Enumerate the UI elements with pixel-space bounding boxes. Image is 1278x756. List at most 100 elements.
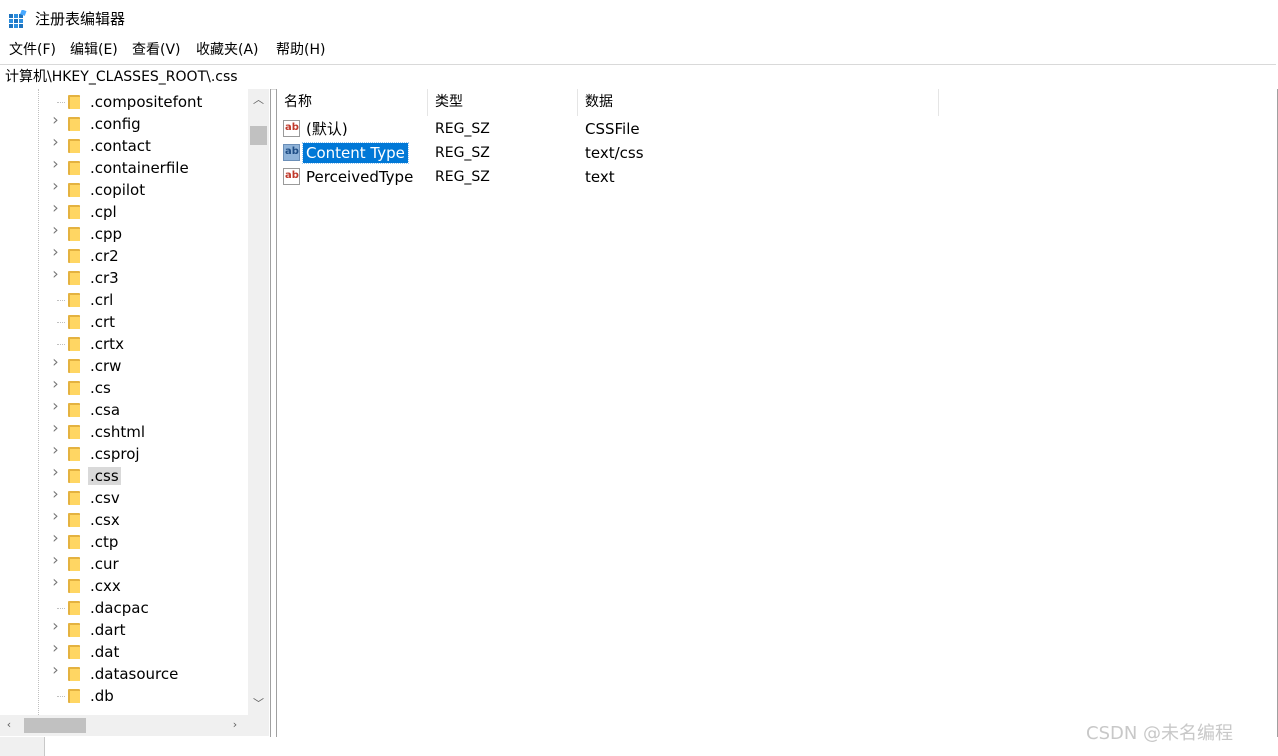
tree-item[interactable]: › .crw	[0, 354, 248, 377]
tree-item-label[interactable]: .dat	[88, 643, 121, 661]
tree-item[interactable]: › .contact	[0, 134, 248, 157]
tree-item-label[interactable]: .crt	[88, 313, 117, 331]
value-row[interactable]: ab (默认) REG_SZ CSSFile	[277, 117, 977, 141]
chevron-right-icon[interactable]: ›	[50, 442, 61, 458]
tree-item[interactable]: .db	[0, 685, 248, 707]
tree-horizontal-scrollbar[interactable]: ‹ ›	[0, 715, 248, 736]
tree-item[interactable]: › .cxx	[0, 574, 248, 597]
chevron-right-icon[interactable]: ›	[50, 552, 61, 568]
tree-item-label[interactable]: .config	[88, 115, 143, 133]
tree-item[interactable]: › .cs	[0, 376, 248, 399]
tree-item-label[interactable]: .dart	[88, 621, 128, 639]
tree-item[interactable]: › .cr3	[0, 266, 248, 289]
chevron-right-icon[interactable]: ›	[50, 354, 61, 370]
tree-item[interactable]: › .csx	[0, 508, 248, 531]
tree-item-label[interactable]: .ctp	[88, 533, 120, 551]
tree-item-label[interactable]: .crl	[88, 291, 115, 309]
chevron-right-icon[interactable]: ›	[50, 134, 61, 150]
tree-item-label[interactable]: .csproj	[88, 445, 142, 463]
tree-item-label[interactable]: .cr3	[88, 269, 121, 287]
tree-item[interactable]: › .cshtml	[0, 420, 248, 443]
tree-vertical-scrollbar[interactable]: ︿ ﹀	[248, 89, 269, 721]
tree-item[interactable]: .crl	[0, 289, 248, 311]
tree-item[interactable]: .crtx	[0, 333, 248, 355]
tree-item[interactable]: › .dart	[0, 618, 248, 641]
menu-file[interactable]: 文件(F)	[8, 41, 57, 59]
tree-item-label[interactable]: .contact	[88, 137, 153, 155]
tree-item-label[interactable]: .csx	[88, 511, 122, 529]
chevron-right-icon[interactable]: ›	[50, 200, 61, 216]
chevron-right-icon[interactable]: ›	[50, 662, 61, 678]
value-row[interactable]: ab Content Type REG_SZ text/css	[277, 141, 977, 165]
menu-view[interactable]: 查看(V)	[131, 41, 182, 59]
tree-item[interactable]: › .copilot	[0, 178, 248, 201]
chevron-right-icon[interactable]: ›	[50, 266, 61, 282]
value-name[interactable]: (默认)	[303, 119, 351, 139]
tree-item[interactable]: › .css	[0, 464, 248, 487]
scroll-down-arrow-icon[interactable]: ﹀	[248, 697, 269, 711]
tree-item[interactable]: › .config	[0, 112, 248, 135]
menu-favorites[interactable]: 收藏夹(A)	[195, 41, 260, 59]
menu-edit[interactable]: 编辑(E)	[69, 41, 119, 59]
address-path[interactable]: 计算机\HKEY_CLASSES_ROOT\.css	[5, 68, 238, 86]
value-name[interactable]: Content Type	[302, 142, 409, 164]
tree-item[interactable]: › .csproj	[0, 442, 248, 465]
tree-vertical-scroll-thumb[interactable]	[250, 126, 267, 145]
tree-item-label[interactable]: .css	[88, 467, 121, 485]
tree-item-label[interactable]: .cur	[88, 555, 121, 573]
tree-item[interactable]: › .ctp	[0, 530, 248, 553]
menu-help[interactable]: 帮助(H)	[275, 41, 326, 59]
tree-item[interactable]: › .cr2	[0, 244, 248, 267]
chevron-right-icon[interactable]: ›	[50, 530, 61, 546]
tree-item-label[interactable]: .cxx	[88, 577, 123, 595]
column-header-data[interactable]: 数据	[578, 89, 939, 116]
tree-item[interactable]: .crt	[0, 311, 248, 333]
tree-item-label[interactable]: .csa	[88, 401, 122, 419]
tree-item-label[interactable]: .dacpac	[88, 599, 151, 617]
tree-item-label[interactable]: .crtx	[88, 335, 126, 353]
tree-item-label[interactable]: .db	[88, 687, 116, 705]
column-header-type[interactable]: 类型	[428, 89, 578, 116]
tree-item[interactable]: › .cpl	[0, 200, 248, 223]
tree-item[interactable]: › .containerfile	[0, 156, 248, 179]
chevron-right-icon[interactable]: ›	[50, 244, 61, 260]
scroll-right-arrow-icon[interactable]: ›	[228, 718, 242, 732]
address-bar[interactable]: 计算机\HKEY_CLASSES_ROOT\.css	[0, 64, 1276, 90]
chevron-right-icon[interactable]: ›	[50, 398, 61, 414]
tree-item[interactable]: › .csa	[0, 398, 248, 421]
tree-item-label[interactable]: .compositefont	[88, 93, 204, 111]
column-header-name[interactable]: 名称	[277, 89, 428, 116]
tree-item-label[interactable]: .crw	[88, 357, 123, 375]
chevron-right-icon[interactable]: ›	[50, 420, 61, 436]
chevron-right-icon[interactable]: ›	[50, 112, 61, 128]
tree-item-label[interactable]: .containerfile	[88, 159, 191, 177]
chevron-right-icon[interactable]: ›	[50, 376, 61, 392]
chevron-right-icon[interactable]: ›	[50, 574, 61, 590]
tree-item-label[interactable]: .cr2	[88, 247, 121, 265]
tree-item-label[interactable]: .datasource	[88, 665, 180, 683]
chevron-right-icon[interactable]: ›	[50, 178, 61, 194]
chevron-right-icon[interactable]: ›	[50, 222, 61, 238]
tree-item-label[interactable]: .csv	[88, 489, 122, 507]
chevron-right-icon[interactable]: ›	[50, 640, 61, 656]
tree-item[interactable]: › .csv	[0, 486, 248, 509]
chevron-right-icon[interactable]: ›	[50, 486, 61, 502]
tree-item[interactable]: › .datasource	[0, 662, 248, 685]
chevron-right-icon[interactable]: ›	[50, 618, 61, 634]
tree-item[interactable]: .compositefont	[0, 91, 248, 113]
tree-item-label[interactable]: .cpl	[88, 203, 119, 221]
chevron-right-icon[interactable]: ›	[50, 464, 61, 480]
tree-item-label[interactable]: .cpp	[88, 225, 124, 243]
tree-item-label[interactable]: .copilot	[88, 181, 147, 199]
value-row[interactable]: ab PerceivedType REG_SZ text	[277, 165, 977, 189]
tree-item[interactable]: › .cpp	[0, 222, 248, 245]
tree-item[interactable]: › .dat	[0, 640, 248, 663]
tree-item-label[interactable]: .cshtml	[88, 423, 147, 441]
chevron-right-icon[interactable]: ›	[50, 508, 61, 524]
tree-item[interactable]: › .cur	[0, 552, 248, 575]
tree-item[interactable]: .dacpac	[0, 597, 248, 619]
scroll-left-arrow-icon[interactable]: ‹	[2, 718, 16, 732]
tree-horizontal-scroll-thumb[interactable]	[24, 718, 86, 733]
value-name[interactable]: PerceivedType	[303, 167, 416, 187]
chevron-right-icon[interactable]: ›	[50, 156, 61, 172]
